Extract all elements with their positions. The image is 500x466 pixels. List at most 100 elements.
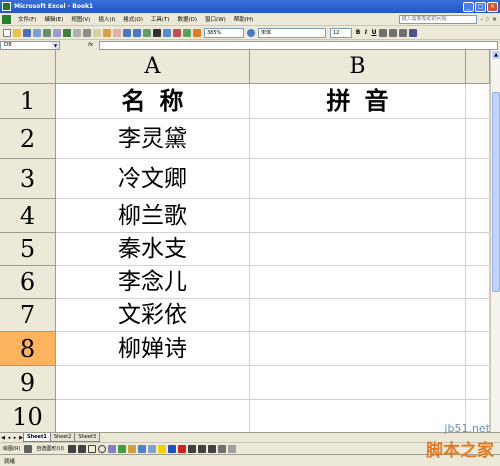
diagram-icon[interactable] — [127, 444, 136, 453]
cell-a7[interactable]: 文彩依 — [56, 299, 250, 332]
cell-b10[interactable] — [250, 400, 466, 432]
align-right-icon[interactable] — [399, 28, 407, 37]
tab-sheet3[interactable]: Sheet3 — [74, 433, 101, 442]
menu-file[interactable]: 文件(F) — [14, 15, 40, 23]
cell-b7[interactable] — [250, 299, 466, 332]
print-preview-icon[interactable] — [53, 28, 61, 37]
cell-c4[interactable] — [466, 199, 490, 233]
row-header-5[interactable]: 5 — [0, 233, 56, 266]
rectangle-icon[interactable] — [87, 444, 96, 453]
cell-c7[interactable] — [466, 299, 490, 332]
fx-icon[interactable]: fx — [88, 42, 93, 48]
cell-c3[interactable] — [466, 159, 490, 199]
menu-view[interactable]: 视图(V) — [67, 15, 94, 23]
cell-a2[interactable]: 李灵黛 — [56, 119, 250, 159]
arrow-style-icon[interactable] — [207, 444, 216, 453]
row-header-3[interactable]: 3 — [0, 159, 56, 199]
align-left-icon[interactable] — [379, 28, 387, 37]
cell-b8[interactable] — [250, 332, 466, 366]
line-color-icon[interactable] — [167, 444, 176, 453]
new-icon[interactable] — [3, 28, 11, 37]
row-header-9[interactable]: 9 — [0, 366, 56, 400]
cell-b3[interactable] — [250, 159, 466, 199]
wordart-icon[interactable] — [117, 444, 126, 453]
close-button[interactable]: × — [487, 1, 498, 12]
column-header-c[interactable] — [466, 50, 490, 84]
cell-c2[interactable] — [466, 119, 490, 159]
cell-a8[interactable]: 柳婵诗 — [56, 332, 250, 366]
cell-c5[interactable] — [466, 233, 490, 266]
cell-b1[interactable]: 拼音 — [250, 84, 466, 119]
cell-c9[interactable] — [466, 366, 490, 400]
cell-a10[interactable] — [56, 400, 250, 432]
format-painter-icon[interactable] — [113, 28, 121, 37]
column-header-b[interactable]: B — [250, 50, 466, 84]
tab-sheet1[interactable]: Sheet1 — [23, 433, 51, 442]
cell-b5[interactable] — [250, 233, 466, 266]
name-box[interactable]: D8 ▼ — [0, 40, 60, 50]
menu-insert[interactable]: 插入(I) — [94, 15, 119, 23]
row-header-1[interactable]: 1 — [0, 84, 56, 119]
open-icon[interactable] — [13, 28, 21, 37]
cell-c1[interactable] — [466, 84, 490, 119]
row-header-8-selected[interactable]: 8 — [0, 332, 56, 366]
menu-format[interactable]: 格式(O) — [119, 15, 147, 23]
italic-button[interactable]: I — [362, 29, 370, 36]
print-icon[interactable] — [43, 28, 51, 37]
vertical-scrollbar[interactable]: ▲ — [490, 50, 500, 432]
maximize-button[interactable]: □ — [475, 1, 486, 12]
cell-a1[interactable]: 名称 — [56, 84, 250, 119]
picture-icon[interactable] — [147, 444, 156, 453]
line-style-icon[interactable] — [187, 444, 196, 453]
merge-center-icon[interactable] — [409, 28, 417, 37]
spelling-icon[interactable] — [63, 28, 71, 37]
cell-b4[interactable] — [250, 199, 466, 233]
draw-menu-button[interactable]: 绘图(R) — [3, 445, 20, 452]
menu-edit[interactable]: 编辑(E) — [40, 15, 67, 23]
formula-input[interactable] — [99, 40, 498, 50]
clipart-icon[interactable] — [137, 444, 146, 453]
underline-button[interactable]: U — [370, 29, 378, 36]
cell-a9[interactable] — [56, 366, 250, 400]
redo-icon[interactable] — [133, 28, 141, 37]
save-icon[interactable] — [23, 28, 31, 37]
font-select[interactable]: 宋体 — [258, 27, 326, 38]
textbox-icon[interactable] — [107, 444, 116, 453]
cell-a3[interactable]: 冷文卿 — [56, 159, 250, 199]
drawing-icon[interactable] — [193, 28, 201, 37]
menu-window[interactable]: 窗口(W) — [201, 15, 230, 23]
cell-c6[interactable] — [466, 266, 490, 299]
cell-a6[interactable]: 李念儿 — [56, 266, 250, 299]
select-objects-icon[interactable] — [24, 444, 33, 453]
cell-b2[interactable] — [250, 119, 466, 159]
undo-icon[interactable] — [123, 28, 131, 37]
scroll-thumb[interactable] — [492, 92, 500, 292]
font-size-select[interactable]: 12 — [330, 27, 352, 38]
row-header-2[interactable]: 2 — [0, 119, 56, 159]
cut-icon[interactable] — [83, 28, 91, 37]
row-header-10[interactable]: 10 — [0, 400, 56, 432]
row-header-7[interactable]: 7 — [0, 299, 56, 332]
3d-icon[interactable] — [227, 444, 236, 453]
line-icon[interactable] — [67, 444, 76, 453]
copy-icon[interactable] — [93, 28, 101, 37]
help-icon[interactable] — [247, 28, 255, 37]
fill-color-icon[interactable] — [157, 444, 166, 453]
permission-icon[interactable] — [33, 28, 41, 37]
minimize-button[interactable]: _ — [463, 1, 474, 12]
cell-b6[interactable] — [250, 266, 466, 299]
paste-icon[interactable] — [103, 28, 111, 37]
bold-button[interactable]: B — [354, 29, 362, 36]
sort-descending-icon[interactable] — [173, 28, 181, 37]
menu-data[interactable]: 数据(D) — [174, 15, 202, 23]
row-header-4[interactable]: 4 — [0, 199, 56, 233]
cell-a4[interactable]: 柳兰歌 — [56, 199, 250, 233]
autoshapes-button[interactable]: 自选图形(U) — [36, 445, 64, 452]
sort-ascending-icon[interactable] — [163, 28, 171, 37]
align-center-icon[interactable] — [389, 28, 397, 37]
cell-a5[interactable]: 秦水支 — [56, 233, 250, 266]
zoom-select[interactable]: 385% — [204, 27, 244, 38]
help-search-input[interactable]: 键入需要帮助的问题 — [398, 14, 477, 24]
cell-b9[interactable] — [250, 366, 466, 400]
research-icon[interactable] — [73, 28, 81, 37]
